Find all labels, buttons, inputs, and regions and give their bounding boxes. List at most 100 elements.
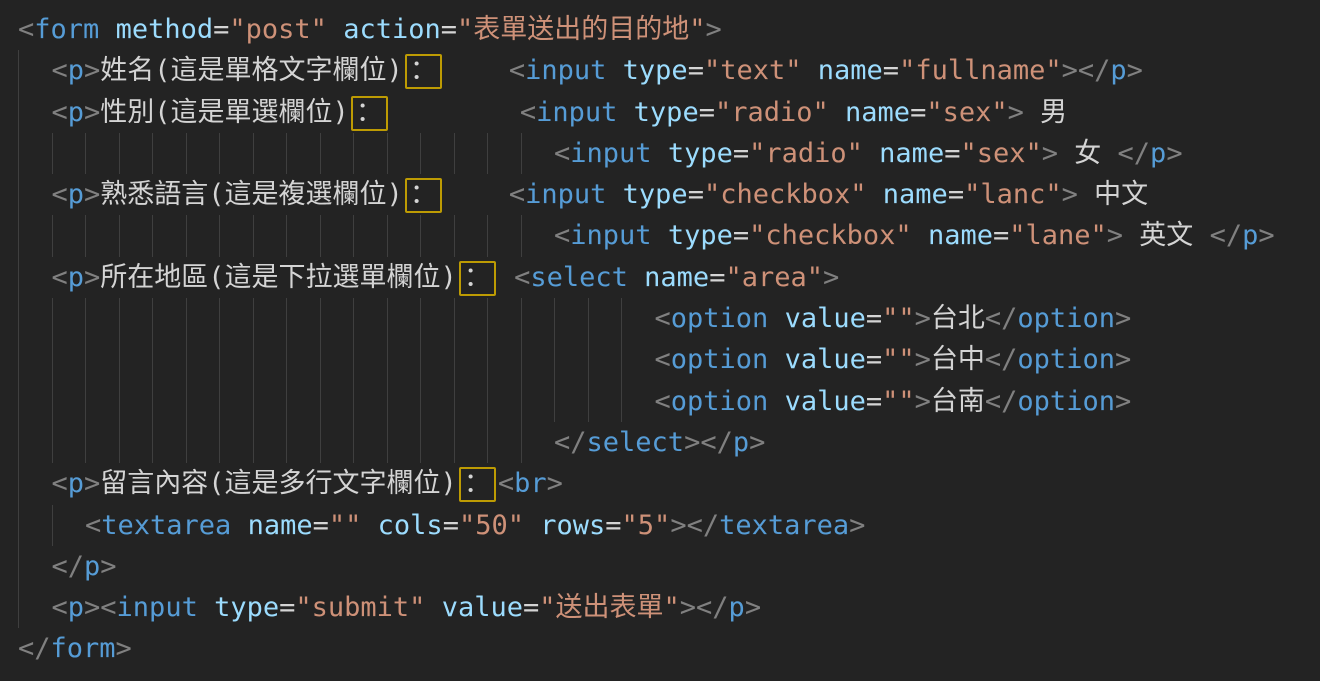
- indent-guide: [320, 215, 354, 256]
- code-line-13[interactable]: <textarea name="" cols="50" rows="5"></t…: [18, 505, 1320, 546]
- indent-guide: [186, 133, 220, 174]
- indent-guide: [554, 339, 588, 380]
- indent-guide: [420, 381, 454, 422]
- token-punctuation: >: [116, 633, 132, 664]
- token-text: 男: [1024, 97, 1067, 128]
- token-operator: =: [883, 55, 899, 86]
- token-text: [768, 344, 784, 375]
- code-line-10[interactable]: <option value="">台南</option>: [18, 381, 1320, 422]
- token-operator: =: [688, 179, 704, 210]
- token-punctuation: </: [18, 633, 51, 664]
- indent-guide: [320, 381, 354, 422]
- token-text: [444, 55, 509, 86]
- token-tag: p: [1242, 220, 1258, 251]
- indent-guide: [119, 215, 153, 256]
- token-punctuation: </: [1210, 220, 1243, 251]
- token-tag: form: [34, 14, 99, 45]
- token-punctuation: ></: [684, 427, 733, 458]
- indent-guide: [387, 298, 421, 339]
- code-line-6[interactable]: <input type="checkbox" name="lane"> 英文 <…: [18, 215, 1320, 256]
- code-line-7[interactable]: <p>所在地區(這是下拉選單欄位)： <select name="area">: [18, 257, 1320, 298]
- token-text: [652, 220, 668, 251]
- indent-guide: [420, 133, 454, 174]
- token-operator: =: [993, 220, 1009, 251]
- code-line-8[interactable]: <option value="">台北</option>: [18, 298, 1320, 339]
- token-string: "area": [725, 262, 823, 293]
- code-line-12[interactable]: <p>留言內容(這是多行文字欄位)：<br>: [18, 463, 1320, 504]
- token-punctuation: <: [52, 262, 68, 293]
- token-punctuation: </: [52, 551, 85, 582]
- token-attribute: cols: [378, 510, 443, 541]
- indent-guide: [286, 215, 320, 256]
- indent-guide: [487, 133, 521, 174]
- indent-guide: [18, 505, 52, 546]
- indent-guide: [387, 381, 421, 422]
- token-punctuation: >: [1107, 220, 1123, 251]
- indent-guide: [18, 50, 52, 91]
- token-punctuation: >: [100, 551, 116, 582]
- token-tag: p: [84, 551, 100, 582]
- token-punctuation: >: [84, 468, 100, 499]
- code-line-15[interactable]: <p><input type="submit" value="送出表單"></p…: [18, 587, 1320, 628]
- token-attribute: name: [818, 55, 883, 86]
- code-line-3[interactable]: <p>性別(這是單選欄位)： <input type="radio" name=…: [18, 92, 1320, 133]
- indent-guide: [454, 339, 488, 380]
- token-tag: p: [68, 179, 84, 210]
- token-tag: br: [514, 468, 547, 499]
- token-punctuation: <: [18, 14, 34, 45]
- indent-guide: [18, 587, 52, 628]
- token-tag: p: [1150, 138, 1166, 169]
- token-punctuation: >: [84, 262, 100, 293]
- token-text: [628, 262, 644, 293]
- token-punctuation: <: [554, 138, 570, 169]
- code-line-2[interactable]: <p>姓名(這是單格文字欄位)： <input type="text" name…: [18, 50, 1320, 91]
- indent-guide: [85, 422, 119, 463]
- indent-guide: [18, 546, 52, 587]
- token-punctuation: <: [52, 468, 68, 499]
- indent-guide: [119, 422, 153, 463]
- token-operator: =: [733, 220, 749, 251]
- token-punctuation: >: [1115, 344, 1131, 375]
- token-text: [829, 97, 845, 128]
- token-attribute: value: [785, 344, 866, 375]
- indent-guide: [18, 257, 52, 298]
- code-line-14[interactable]: </p>: [18, 546, 1320, 587]
- token-string: "表單送出的目的地": [457, 14, 706, 45]
- code-line-16[interactable]: </form>: [18, 628, 1320, 669]
- token-punctuation: >: [915, 344, 931, 375]
- code-line-5[interactable]: <p>熟悉語言(這是複選欄位)： <input type="checkbox" …: [18, 174, 1320, 215]
- token-attribute: value: [785, 303, 866, 334]
- token-tag: input: [536, 97, 617, 128]
- token-tag: form: [51, 633, 116, 664]
- token-text: [606, 179, 622, 210]
- unicode-highlight-colon: ：: [459, 467, 496, 502]
- unicode-highlight-colon: ：: [405, 54, 442, 89]
- indent-guide: [119, 133, 153, 174]
- code-line-1[interactable]: <form method="post" action="表單送出的目的地">: [18, 9, 1320, 50]
- code-line-9[interactable]: <option value="">台中</option>: [18, 339, 1320, 380]
- indent-guide: [52, 422, 86, 463]
- token-text: [444, 179, 509, 210]
- code-line-11[interactable]: </select></p>: [18, 422, 1320, 463]
- token-operator: =: [866, 386, 882, 417]
- token-text: [617, 97, 633, 128]
- indent-guide: [420, 298, 454, 339]
- token-string: "sex": [926, 97, 1007, 128]
- token-string: "": [329, 510, 362, 541]
- indent-guide: [119, 381, 153, 422]
- token-punctuation: ><: [84, 592, 117, 623]
- indent-guide: [253, 298, 287, 339]
- indent-guide: [588, 298, 622, 339]
- indent-guide: [621, 339, 655, 380]
- token-punctuation: <: [52, 97, 68, 128]
- token-punctuation: >: [749, 427, 765, 458]
- indent-guide: [186, 339, 220, 380]
- token-tag: p: [68, 55, 84, 86]
- indent-guide: [85, 381, 119, 422]
- token-string: "送出表單": [539, 592, 680, 623]
- token-string: "": [882, 303, 915, 334]
- token-operator: =: [213, 14, 229, 45]
- code-line-4[interactable]: <input type="radio" name="sex"> 女 </p>: [18, 133, 1320, 174]
- code-editor[interactable]: <form method="post" action="表單送出的目的地"><p…: [0, 0, 1320, 681]
- token-punctuation: <: [498, 468, 514, 499]
